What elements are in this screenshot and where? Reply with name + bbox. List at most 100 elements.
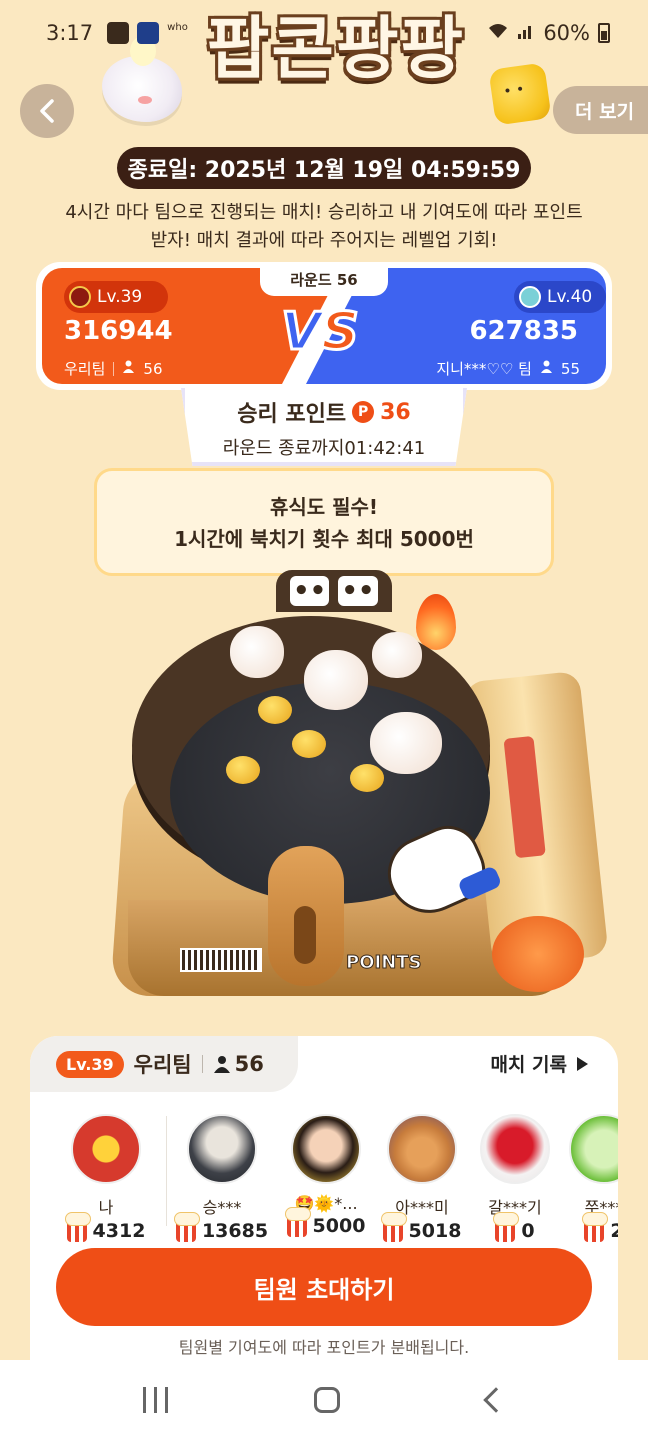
wifi-icon [487,21,509,45]
member-score-value: 2 [610,1220,618,1242]
team-member-count: 56 [213,1052,264,1076]
divider [166,1116,167,1226]
match-record-link[interactable]: 매치 기록 [490,1050,588,1077]
end-date-banner: 종료일: 2025년 12월 19일 04:59:59 [117,147,531,189]
victory-points-box: 승리 포인트 P 36 라운드 종료까지01:42:41 [181,388,467,466]
victory-title: 승리 포인트 P 36 [185,396,463,428]
battery-percent: 60% [543,21,590,45]
corn-kernel-icon [350,764,384,792]
notice-line-2: 1시간에 북치기 횟수 최대 5000번 [174,527,474,551]
distribution-note: 팀원별 기여도에 따라 포인트가 분배됩니다. [178,1338,470,1357]
vs-s: S [320,301,360,364]
team-level-badge: Lv.39 [56,1050,124,1078]
team-panel-header: Lv.39 우리팀 56 [30,1036,298,1092]
my-team-level: Lv.39 [64,281,168,313]
vs-v: V [280,301,323,364]
divider [113,361,115,376]
member-score-value: 0 [521,1220,535,1242]
my-team-name: 우리팀 [64,360,106,378]
popcorn-icon [304,650,368,710]
person-icon [213,1056,230,1073]
status-bar: 3:17 who 60% [0,0,648,66]
team-panel: Lv.39 우리팀 56 매치 기록 나 4312 승*** 13685 🤩🌞*… [30,1036,618,1366]
back-button[interactable] [20,84,74,138]
team-emblem-icon [519,286,541,308]
member-score-value: 5018 [408,1220,462,1242]
signal-icon [517,21,535,45]
opponent-score: 627835 [469,316,578,346]
my-team-score: 316944 [64,316,173,346]
popcorn-icon [582,1212,609,1242]
member-score: 4312 [56,1212,156,1242]
opponent-level: Lv.40 [514,281,606,313]
popcorn-icon [370,712,442,774]
more-button[interactable]: 더 보기 [553,86,648,134]
member-item[interactable]: 나 4312 [56,1114,156,1242]
invite-members-button[interactable]: 팀원 초대하기 [56,1248,592,1326]
flame-icon [416,594,456,650]
who-icon: who [167,22,188,33]
member-item[interactable]: 갈***기 0 [465,1114,565,1242]
divider [201,1055,203,1073]
avatar [387,1114,457,1184]
description-line-1: 4시간 마다 팀으로 진행되는 매치! 승리하고 내 기여도에 따라 포인트 [65,202,583,223]
opponent-level-label: Lv.40 [547,287,593,307]
member-score: 5000 [276,1207,376,1237]
member-score: 2 [554,1212,618,1242]
popcorn-icon [230,626,284,678]
popcorn-icon [173,1212,200,1242]
rest-notice: 휴식도 필수! 1시간에 북치기 횟수 최대 5000번 [94,468,554,576]
popcorn-icon [493,1212,520,1242]
avatar [569,1114,618,1184]
corn-kernel-icon [226,756,260,784]
back-nav-button[interactable] [483,1387,509,1413]
round-countdown: 라운드 종료까지01:42:41 [222,438,426,459]
avatar [291,1114,361,1184]
chevron-left-icon [40,99,54,123]
home-button[interactable] [314,1387,341,1413]
app-icon [137,22,160,44]
member-score-value: 5000 [312,1215,366,1237]
status-time: 3:17 [46,21,94,45]
opponent-members: 55 [560,359,580,378]
avatar [71,1114,141,1184]
member-item[interactable]: 🤩🌞*... 5000 [276,1114,376,1237]
member-score-value: 4312 [92,1220,146,1242]
popcorn-icon [284,1207,311,1237]
status-left: 3:17 who [46,21,188,45]
avatar [480,1114,550,1184]
event-description: 4시간 마다 팀으로 진행되는 매치! 승리하고 내 기여도에 따라 포인트 받… [0,199,648,255]
barcode-icon [180,948,262,972]
avatar [187,1114,257,1184]
victory-points: 36 [380,399,411,425]
member-item[interactable]: 아***미 5018 [372,1114,472,1242]
my-team-level-label: Lv.39 [97,287,143,307]
person-icon [540,360,553,377]
team-name: 우리팀 [133,1053,192,1077]
member-score-value: 13685 [201,1220,269,1242]
notification-icons: who [107,22,188,44]
member-score: 13685 [172,1212,272,1242]
status-right: 60% [487,21,610,45]
victory-label: 승리 포인트 [237,402,347,427]
image-icon [107,22,130,44]
my-team-meta: 우리팀 56 [64,358,163,379]
member-score: 5018 [372,1212,472,1242]
opponent-meta: 지니***♡♡ 팀 55 [436,358,580,379]
vs-icon: VS [270,300,370,364]
match-record-label: 매치 기록 [490,1054,567,1076]
description-line-2: 받자! 매치 결과에 따라 주어지는 레벨업 기회! [150,230,498,251]
pan-handle [268,846,344,986]
team-member-count-value: 56 [234,1052,264,1076]
corn-kernel-icon [292,730,326,758]
member-list[interactable]: 나 4312 승*** 13685 🤩🌞*... 5000 아***미 5018… [30,1108,618,1258]
butter-mascot-icon [488,62,552,126]
recent-apps-button[interactable] [143,1387,169,1413]
points-label: POINTS [346,952,422,974]
member-item[interactable]: 쭈*** 2 [554,1114,618,1242]
person-icon [122,360,135,377]
pan-eyes-icon: •• •• [276,570,392,612]
member-item[interactable]: 승*** 13685 [172,1114,272,1242]
popcorn-icon [64,1212,91,1242]
popcorn-stove-illustration[interactable]: POINTS •• •• [110,570,609,1010]
